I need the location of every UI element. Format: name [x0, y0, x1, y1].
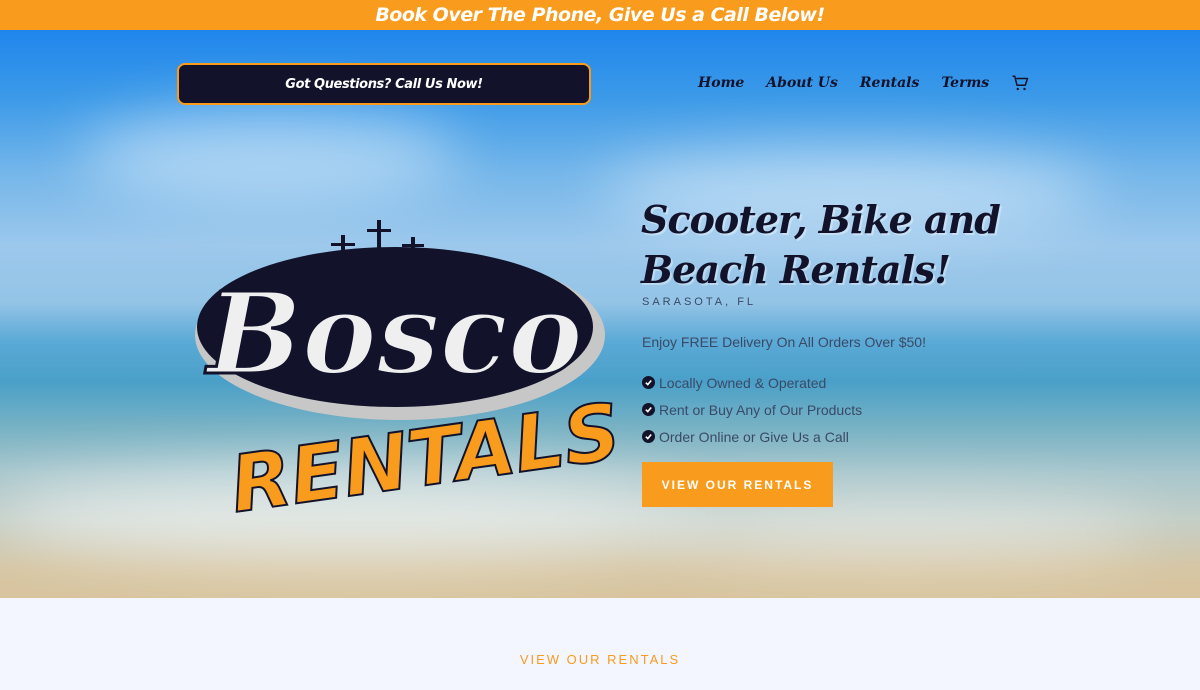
section-heading-rentals: VIEW OUR RENTALS: [519, 652, 681, 667]
nav-home[interactable]: Home: [698, 75, 744, 91]
headline-line-1: Scooter, Bike and: [641, 197, 1001, 242]
check-circle-icon: [642, 430, 655, 443]
call-us-button[interactable]: Got Questions? Call Us Now!: [177, 63, 591, 105]
nav-about-us[interactable]: About Us: [766, 75, 838, 91]
feature-text: Rent or Buy Any of Our Products: [659, 401, 863, 418]
nav-rentals[interactable]: Rentals: [860, 75, 919, 91]
wave-blur: [650, 500, 1150, 560]
check-circle-icon: [642, 376, 655, 389]
list-item: Locally Owned & Operated: [642, 369, 862, 396]
announcement-bar: Book Over The Phone, Give Us a Call Belo…: [0, 0, 1200, 30]
list-item: Rent or Buy Any of Our Products: [642, 396, 862, 423]
feature-text: Order Online or Give Us a Call: [659, 428, 849, 445]
announcement-text: Book Over The Phone, Give Us a Call Belo…: [375, 4, 825, 26]
view-rentals-label: VIEW OUR RENTALS: [661, 477, 814, 492]
nav-terms[interactable]: Terms: [941, 75, 989, 91]
location-label: SARASOTA, FL: [642, 296, 757, 308]
bosco-rentals-logo: Bosco RENTALS: [195, 220, 615, 515]
view-rentals-button[interactable]: VIEW OUR RENTALS: [642, 462, 833, 507]
cart-icon[interactable]: [1011, 74, 1029, 92]
main-nav: Home About Us Rentals Terms: [698, 74, 1029, 92]
check-circle-icon: [642, 403, 655, 416]
feature-text: Locally Owned & Operated: [659, 374, 827, 391]
delivery-text: Enjoy FREE Delivery On All Orders Over $…: [642, 334, 926, 350]
call-us-label: Got Questions? Call Us Now!: [285, 76, 483, 92]
hero-section: Got Questions? Call Us Now! Home About U…: [0, 30, 1200, 598]
feature-list: Locally Owned & Operated Rent or Buy Any…: [642, 369, 862, 450]
hero-headline: Scooter, Bike and Beach Rentals!: [641, 195, 1061, 295]
logo-word-bosco: Bosco: [204, 269, 582, 400]
list-item: Order Online or Give Us a Call: [642, 423, 862, 450]
cloud-blur: [80, 110, 460, 200]
headline-line-2: Beach Rentals!: [641, 247, 951, 292]
